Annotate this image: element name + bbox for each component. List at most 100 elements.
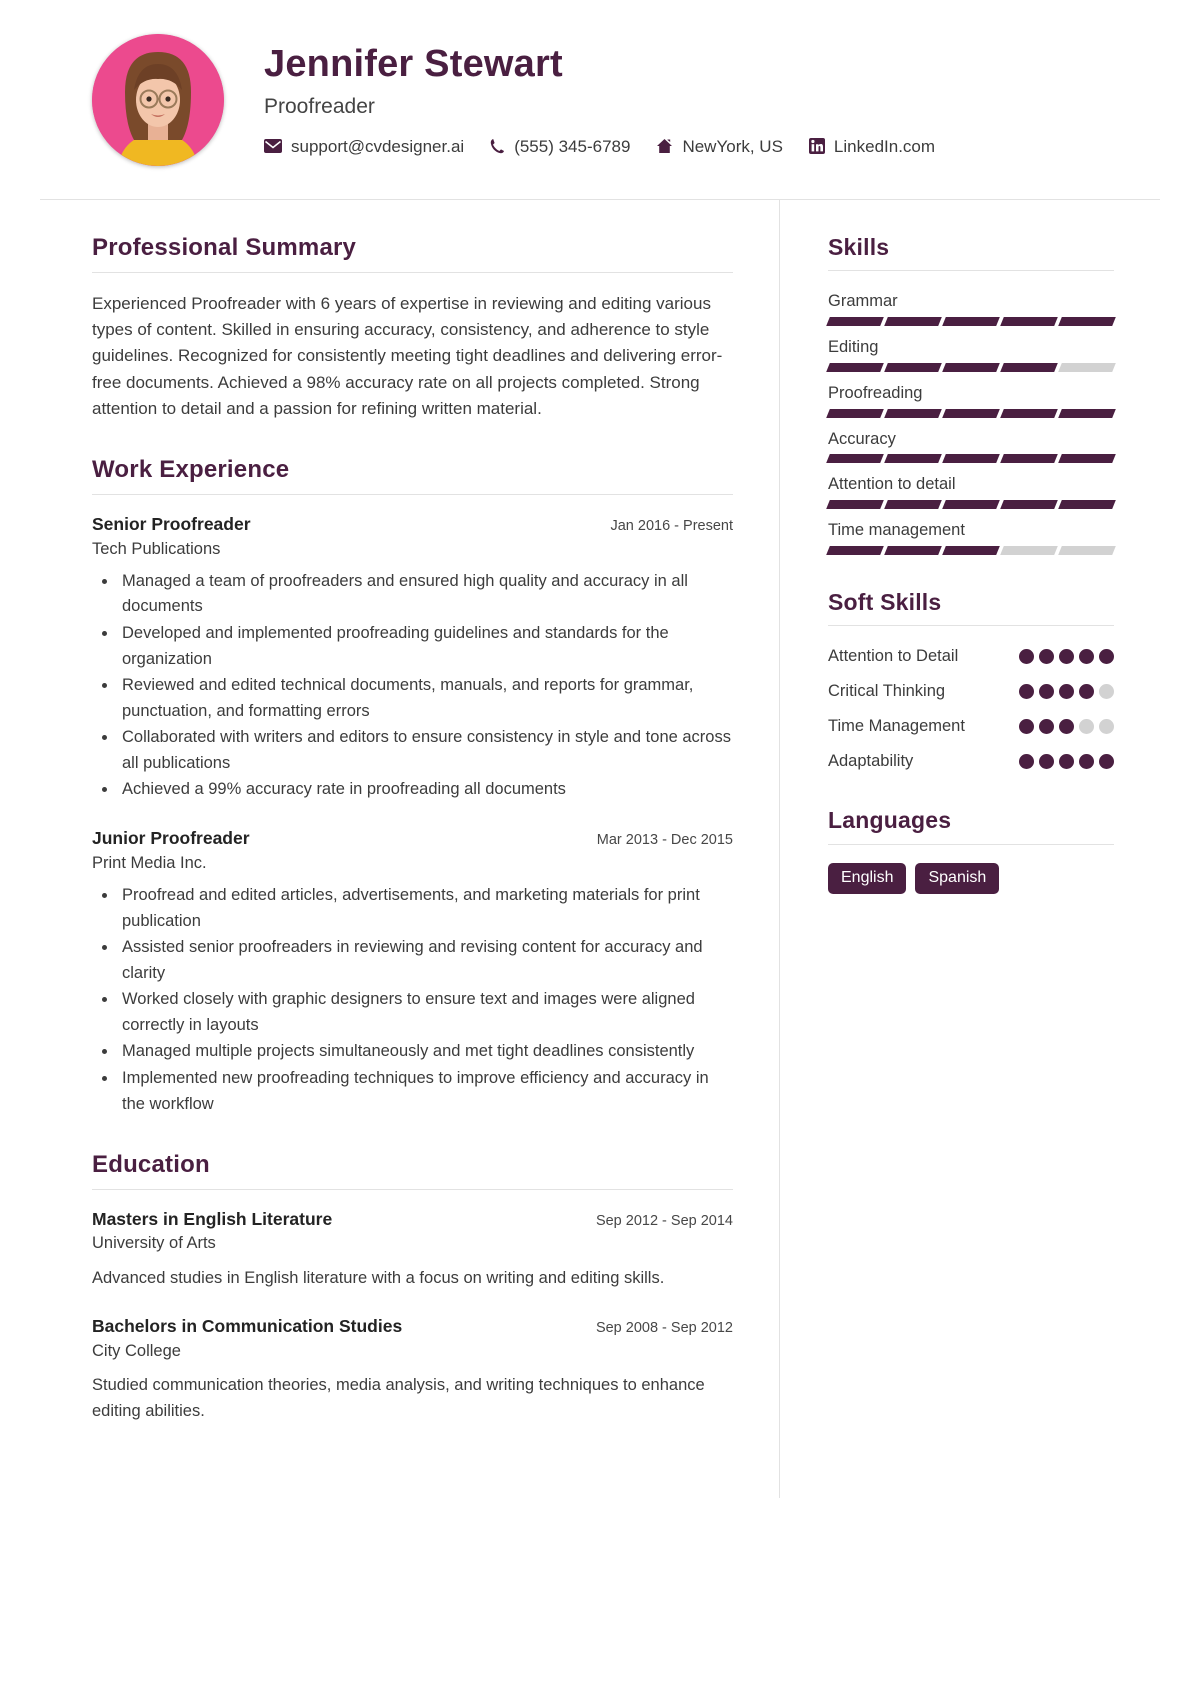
skill-bar-segment <box>884 545 942 555</box>
sidebar-column: Skills Grammar Editing Proofreading Accurac… <box>780 200 1160 1498</box>
section-languages: Languages English Spanish <box>828 807 1114 894</box>
skill-bar-segment <box>1058 317 1116 327</box>
rating-dot <box>1039 684 1054 700</box>
rating-dot <box>1039 718 1054 734</box>
rating-dot <box>1059 684 1074 700</box>
soft-skill-row: Critical Thinking <box>828 679 1114 704</box>
skill-bar-segment <box>826 500 884 510</box>
section-title-education: Education <box>92 1151 210 1179</box>
language-tag-list: English Spanish <box>828 862 1114 894</box>
skill-row: Accuracy <box>826 427 1116 464</box>
skill-bar-segment <box>942 500 1000 510</box>
experience-bullets: Proofread and edited articles, advertise… <box>92 883 733 1117</box>
rating-dot <box>1099 718 1114 734</box>
rating-dot <box>1099 753 1114 769</box>
skill-bar-segment <box>1000 408 1058 418</box>
education-description: Studied communication theories, media an… <box>92 1376 705 1420</box>
rating-dot <box>1059 718 1074 734</box>
education-dates: Sep 2012 - Sep 2014 <box>595 1212 733 1229</box>
header-text-block: Jennifer Stewart Proofreader support@cvd… <box>264 43 1120 155</box>
section-title-experience: Work Experience <box>92 456 290 484</box>
contact-linkedin[interactable]: LinkedIn.com <box>808 138 935 155</box>
section-divider <box>828 270 1114 272</box>
skill-bar-segment <box>826 317 884 327</box>
rating-dot <box>1059 649 1074 665</box>
experience-entry: Junior Proofreader Mar 2013 - Dec 2015 P… <box>92 827 733 1117</box>
main-column: Professional Summary Experienced Proofre… <box>40 200 780 1499</box>
skill-bar-segment <box>1058 545 1116 555</box>
experience-entry: Senior Proofreader Jan 2016 - Present Te… <box>92 513 733 803</box>
list-item: Reviewed and edited technical documents,… <box>118 673 733 724</box>
skill-label: Accuracy <box>828 429 896 448</box>
soft-skill-label: Adaptability <box>828 751 914 770</box>
experience-organization: Tech Publications <box>92 539 221 558</box>
skill-level-bar <box>826 454 1116 464</box>
skill-label: Time management <box>828 521 965 540</box>
list-item: Worked closely with graphic designers to… <box>118 987 733 1038</box>
linkedin-icon <box>808 138 825 155</box>
skill-bar-segment <box>826 408 884 418</box>
skill-bar-segment <box>1058 408 1116 418</box>
rating-dot <box>1079 718 1094 734</box>
rating-dot <box>1019 684 1034 700</box>
skill-bar-segment <box>826 454 884 464</box>
skill-bar-segment <box>942 408 1000 418</box>
list-item: Achieved a 99% accuracy rate in proofrea… <box>118 777 733 803</box>
rating-dot <box>1079 649 1094 665</box>
summary-text: Experienced Proofreader with 6 years of … <box>92 293 723 418</box>
home-icon <box>656 138 673 154</box>
skill-row: Grammar <box>826 289 1116 327</box>
education-school: University of Arts <box>92 1234 216 1253</box>
section-title-languages: Languages <box>828 807 952 834</box>
rating-dot <box>1059 753 1074 769</box>
experience-bullets: Managed a team of proofreaders and ensur… <box>92 569 733 803</box>
skill-bar-segment <box>942 362 1000 372</box>
skill-bar-segment <box>884 454 942 464</box>
skill-bar-segment <box>1058 500 1116 510</box>
skill-bar-segment <box>942 545 1000 555</box>
skill-label: Grammar <box>828 292 898 311</box>
avatar <box>92 33 224 166</box>
skill-bar-segment <box>1058 454 1116 464</box>
skill-bar-segment <box>942 317 1000 327</box>
section-divider <box>92 271 733 273</box>
rating-dot <box>1039 649 1054 665</box>
contact-row: support@cvdesigner.ai (555) 345-6789 New… <box>264 138 1120 155</box>
contact-email[interactable]: support@cvdesigner.ai <box>264 138 464 155</box>
experience-organization: Print Media Inc. <box>92 853 207 872</box>
profile-photo-illustration <box>92 33 224 166</box>
soft-skill-rating-dots <box>1019 749 1114 769</box>
soft-skill-rating-dots <box>1019 679 1114 700</box>
section-title-summary: Professional Summary <box>92 234 357 261</box>
resume-body: Professional Summary Experienced Proofre… <box>40 200 1160 1499</box>
skill-bar-segment <box>826 545 884 555</box>
section-soft-skills: Soft Skills Attention to Detail Critical … <box>828 589 1114 773</box>
soft-skill-row: Adaptability <box>828 749 1114 774</box>
rating-dot <box>1079 684 1094 700</box>
soft-skill-label: Time Management <box>828 716 965 735</box>
resume-header: Jennifer Stewart Proofreader support@cvd… <box>40 0 1160 200</box>
skill-label: Editing <box>828 338 879 357</box>
experience-dates: Jan 2016 - Present <box>610 517 733 534</box>
skill-bar-segment <box>942 454 1000 464</box>
soft-skill-label: Critical Thinking <box>828 682 946 701</box>
soft-skill-row: Attention to Detail <box>828 644 1114 669</box>
contact-email-text: support@cvdesigner.ai <box>291 136 465 156</box>
skill-bar-segment <box>884 408 942 418</box>
education-dates: Sep 2008 - Sep 2012 <box>595 1320 733 1337</box>
experience-entry-head: Senior Proofreader Jan 2016 - Present <box>92 513 733 536</box>
resume-page: Jennifer Stewart Proofreader support@cvd… <box>40 0 1160 1684</box>
section-skills: Skills Grammar Editing Proofreading Accurac… <box>826 234 1116 555</box>
skill-bar-segment <box>1058 362 1116 372</box>
experience-role: Junior Proofreader <box>92 827 250 848</box>
experience-entry-head: Junior Proofreader Mar 2013 - Dec 2015 <box>92 827 733 850</box>
soft-skill-rating-dots <box>1019 644 1114 665</box>
skill-bar-segment <box>884 362 942 372</box>
list-item: Collaborated with writers and editors to… <box>118 725 733 776</box>
skill-bar-segment <box>1000 545 1058 555</box>
skill-row: Time management <box>826 518 1116 555</box>
skill-label: Proofreading <box>828 383 923 402</box>
education-description: Advanced studies in English literature w… <box>92 1268 665 1287</box>
contact-phone[interactable]: (555) 345-6789 <box>490 138 630 155</box>
section-divider <box>92 1188 733 1190</box>
